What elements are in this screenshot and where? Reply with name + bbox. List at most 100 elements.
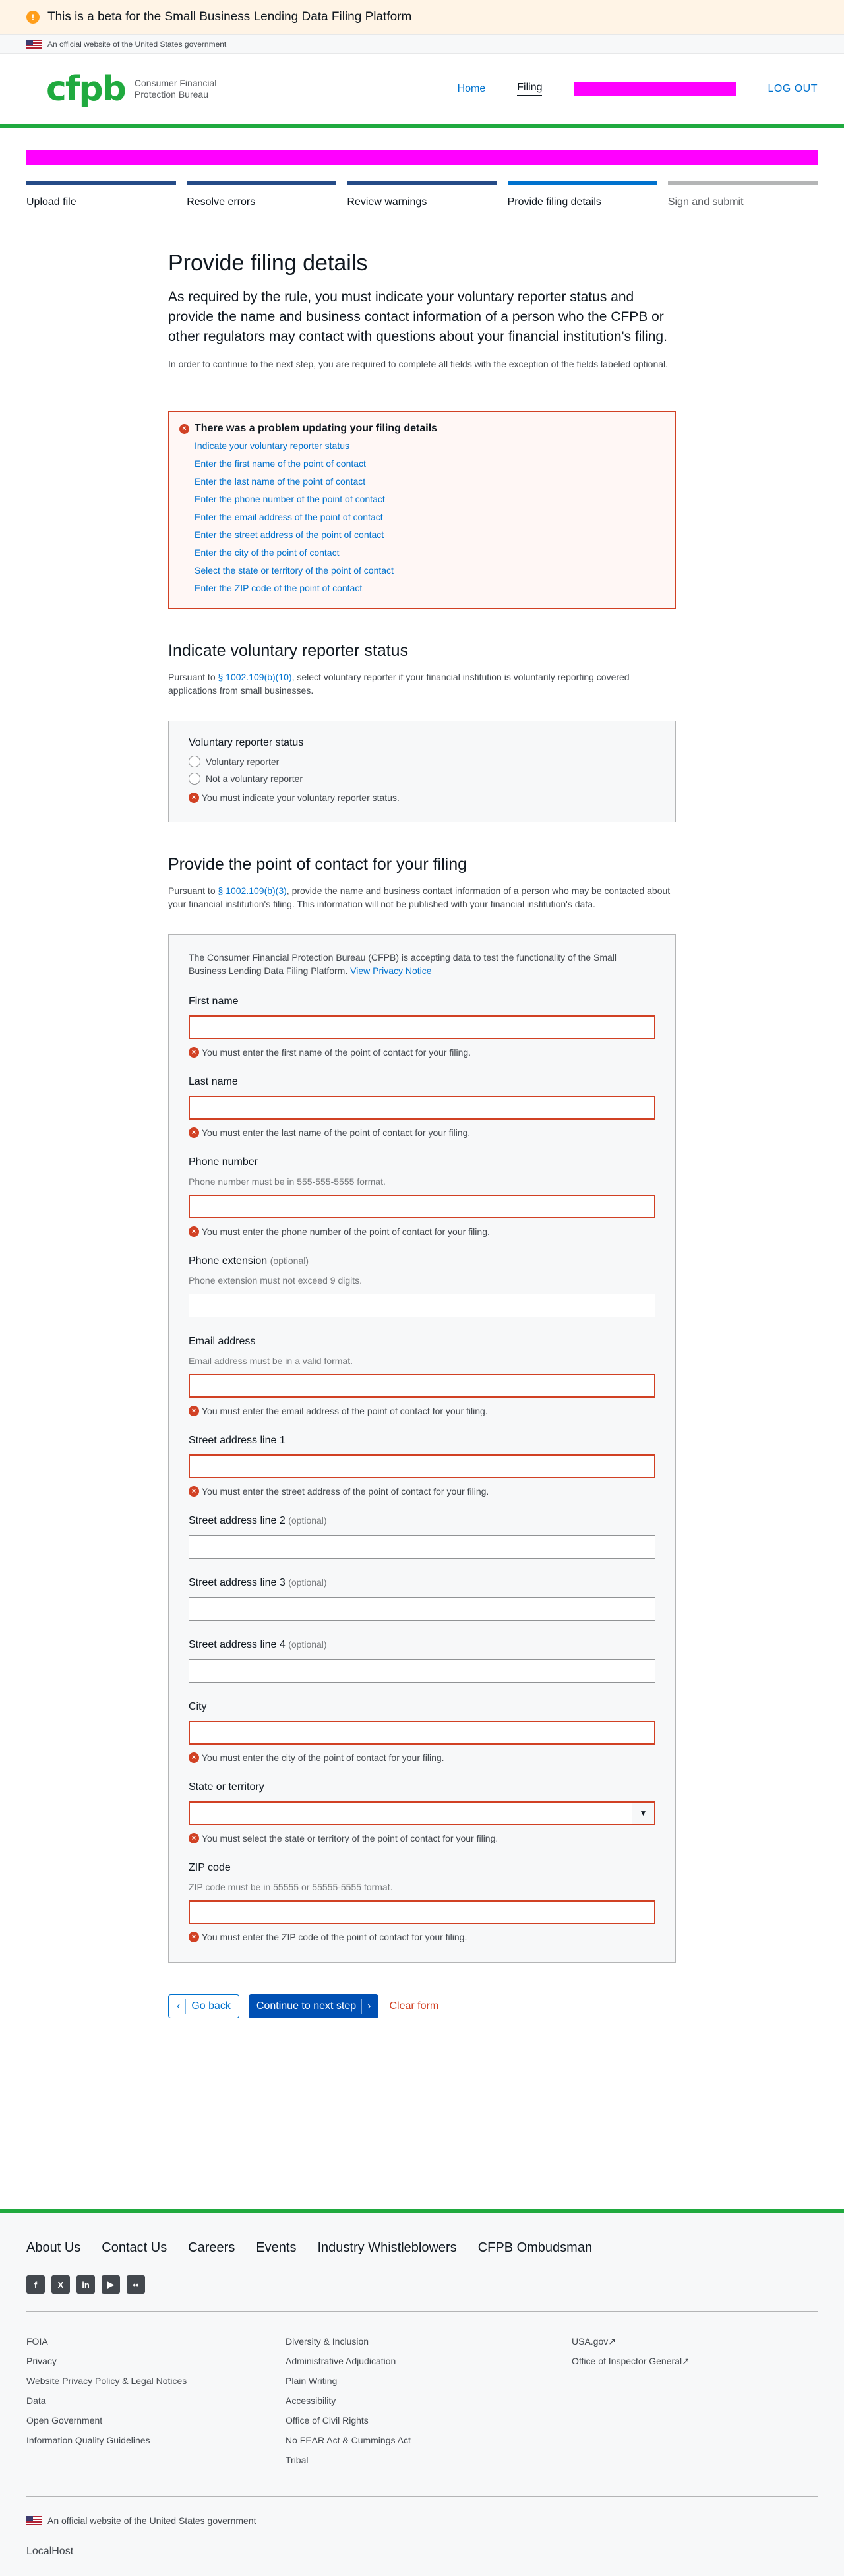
error-icon: ×	[189, 1833, 199, 1843]
footer-divider	[26, 2311, 818, 2312]
footer-link-columns: FOIA Privacy Website Privacy Policy & Le…	[26, 2331, 818, 2470]
footer-link-data[interactable]: Data	[26, 2391, 286, 2411]
footer-link-adjudication[interactable]: Administrative Adjudication	[286, 2351, 545, 2371]
site-footer: About Us Contact Us Careers Events Indus…	[0, 2209, 844, 2576]
alert-error-list: Indicate your voluntary reporter status …	[195, 437, 666, 597]
radio-voluntary-reporter[interactable]: Voluntary reporter	[189, 756, 655, 767]
footer-link-privacy[interactable]: Privacy	[26, 2351, 286, 2371]
footer-link-inspector-general[interactable]: Office of Inspector General↗	[572, 2351, 804, 2371]
phone-input[interactable]	[189, 1195, 655, 1218]
privacy-notice-link[interactable]: View Privacy Notice	[350, 965, 431, 976]
street-4-input[interactable]	[189, 1659, 655, 1683]
social-links: f X in ▶ ••	[26, 2275, 818, 2294]
redacted-progress-bar	[26, 150, 818, 165]
site-header: cfpb Consumer Financial Protection Burea…	[0, 54, 844, 128]
clear-form-link[interactable]: Clear form	[389, 2000, 438, 2012]
nav-home[interactable]: Home	[458, 83, 486, 95]
form-actions: ‹ Go back Continue to next step › Clear fo…	[168, 1994, 676, 2018]
footer-link-usa-gov[interactable]: USA.gov↗	[572, 2331, 804, 2351]
error-icon: ×	[179, 423, 189, 434]
radio-not-voluntary-reporter[interactable]: Not a voluntary reporter	[189, 773, 655, 785]
last-name-input[interactable]	[189, 1096, 655, 1120]
footer-col-1: FOIA Privacy Website Privacy Policy & Le…	[26, 2331, 286, 2470]
alert-link-state[interactable]: Select the state or territory of the poi…	[195, 565, 394, 576]
error-icon: ×	[189, 1127, 199, 1138]
chevron-left-icon: ‹	[177, 2000, 181, 2012]
first-name-error: × You must enter the first name of the po…	[189, 1047, 655, 1058]
email-error: × You must enter the email address of the…	[189, 1406, 655, 1416]
footer-link-info-quality[interactable]: Information Quality Guidelines	[26, 2430, 286, 2450]
linkedin-icon[interactable]: in	[76, 2275, 95, 2294]
alert-link-email[interactable]: Enter the email address of the point of …	[195, 512, 383, 522]
privacy-info: The Consumer Financial Protection Bureau…	[189, 952, 617, 976]
step-sign-and-submit: Sign and submit	[667, 181, 818, 208]
footer-link-tribal[interactable]: Tribal	[286, 2450, 545, 2470]
alert-link-zip[interactable]: Enter the ZIP code of the point of conta…	[195, 583, 362, 593]
footer-link-civil-rights[interactable]: Office of Civil Rights	[286, 2411, 545, 2430]
beta-banner-text: This is a beta for the Small Business Le…	[47, 10, 412, 24]
field-phone: Phone number Phone number must be in 555…	[189, 1156, 655, 1237]
alert-link-phone[interactable]: Enter the phone number of the point of c…	[195, 494, 385, 504]
logout-link[interactable]: LOG OUT	[768, 83, 818, 95]
alert-link-street[interactable]: Enter the street address of the point of…	[195, 529, 384, 540]
footer-nav-events[interactable]: Events	[256, 2240, 296, 2256]
footer-nav-whistleblowers[interactable]: Industry Whistleblowers	[318, 2240, 457, 2256]
regulation-link-10[interactable]: § 1002.109(b)(10)	[218, 672, 292, 682]
chevron-right-icon: ›	[367, 2000, 371, 2012]
zip-error: × You must enter the ZIP code of the poin…	[189, 1932, 655, 1942]
footer-link-plain-writing[interactable]: Plain Writing	[286, 2371, 545, 2391]
city-error: × You must enter the city of the point of…	[189, 1752, 655, 1763]
footer-nav-careers[interactable]: Careers	[188, 2240, 235, 2256]
footer-link-accessibility[interactable]: Accessibility	[286, 2391, 545, 2411]
voluntary-legend: Voluntary reporter status	[189, 737, 304, 748]
phone-extension-input[interactable]	[189, 1294, 655, 1317]
cfpb-logo[interactable]: cfpb Consumer Financial Protection Burea…	[46, 69, 220, 109]
alert-link-first-name[interactable]: Enter the first name of the point of con…	[195, 458, 366, 469]
radio-circle-icon[interactable]	[189, 773, 200, 785]
gov-banner: An official website of the United States…	[0, 34, 844, 54]
beta-banner: ! This is a beta for the Small Business …	[0, 0, 844, 34]
footer-link-no-fear[interactable]: No FEAR Act & Cummings Act	[286, 2430, 545, 2450]
footer-nav-contact[interactable]: Contact Us	[102, 2240, 167, 2256]
us-flag-icon	[26, 40, 42, 49]
us-flag-icon	[26, 2516, 42, 2525]
youtube-icon[interactable]: ▶	[102, 2275, 120, 2294]
street-3-input[interactable]	[189, 1597, 655, 1621]
continue-button[interactable]: Continue to next step ›	[248, 1994, 379, 2018]
alert-link-last-name[interactable]: Enter the last name of the point of cont…	[195, 476, 365, 487]
field-state: State or territory ▼ × You must select th…	[189, 1782, 655, 1843]
first-name-input[interactable]	[189, 1015, 655, 1039]
footer-nav-ombudsman[interactable]: CFPB Ombudsman	[478, 2240, 592, 2256]
footer-link-open-government[interactable]: Open Government	[26, 2411, 286, 2430]
footer-divider-2	[26, 2496, 818, 2497]
voluntary-heading: Indicate voluntary reporter status	[168, 642, 409, 660]
go-back-button[interactable]: ‹ Go back	[168, 1994, 239, 2018]
chevron-down-icon[interactable]: ▼	[632, 1803, 654, 1824]
footer-nav-about[interactable]: About Us	[26, 2240, 80, 2256]
state-select[interactable]: ▼	[189, 1801, 655, 1825]
email-input[interactable]	[189, 1374, 655, 1398]
alert-link-voluntary[interactable]: Indicate your voluntary reporter status	[195, 440, 349, 451]
street-error: × You must enter the street address of th…	[189, 1486, 655, 1497]
zip-input[interactable]	[189, 1900, 655, 1924]
phone-error: × You must enter the phone number of the …	[189, 1226, 655, 1237]
radio-circle-icon[interactable]	[189, 756, 200, 767]
footer-link-diversity[interactable]: Diversity & Inclusion	[286, 2331, 545, 2351]
regulation-link-3[interactable]: § 1002.109(b)(3)	[218, 885, 287, 896]
street-1-input[interactable]	[189, 1454, 655, 1478]
footer-nav: About Us Contact Us Careers Events Indus…	[26, 2240, 818, 2256]
flickr-icon[interactable]: ••	[127, 2275, 145, 2294]
footer-link-website-privacy[interactable]: Website Privacy Policy & Legal Notices	[26, 2371, 286, 2391]
external-link-icon: ↗	[608, 2336, 616, 2347]
step-provide-filing-details: Provide filing details	[507, 181, 657, 208]
city-input[interactable]	[189, 1721, 655, 1745]
street-2-input[interactable]	[189, 1535, 655, 1559]
nav-filing[interactable]: Filing	[517, 82, 543, 96]
alert-link-city[interactable]: Enter the city of the point of contact	[195, 547, 339, 558]
error-icon: ×	[189, 1486, 199, 1497]
x-icon[interactable]: X	[51, 2275, 70, 2294]
step-review-warnings: Review warnings	[347, 181, 497, 208]
footer-col-3: USA.gov↗ Office of Inspector General↗	[545, 2331, 804, 2463]
footer-link-foia[interactable]: FOIA	[26, 2331, 286, 2351]
facebook-icon[interactable]: f	[26, 2275, 45, 2294]
